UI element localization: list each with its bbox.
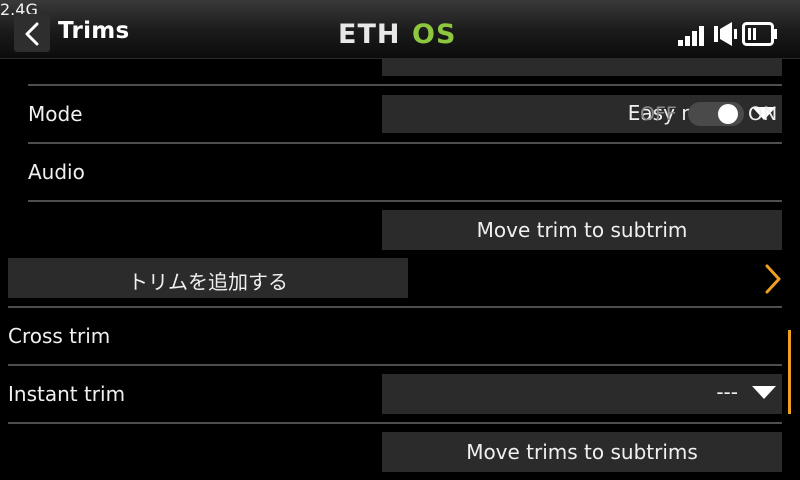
audio-label: Audio [28, 160, 85, 184]
divider [28, 200, 782, 202]
instant-trim-dropdown[interactable]: --- [382, 374, 782, 414]
scrollbar[interactable] [788, 330, 791, 414]
instant-trim-value: --- [716, 380, 738, 404]
button-label: Move trim to subtrim [476, 218, 688, 242]
divider [28, 142, 782, 144]
audio-toggle-off-label: OFF [640, 103, 677, 125]
mode-label: Mode [28, 102, 83, 126]
partial-field[interactable] [382, 58, 782, 76]
ethos-logo: ETH OS [338, 20, 456, 46]
page-title: Trims [58, 18, 130, 44]
chevron-left-icon [25, 22, 39, 46]
button-label: Move trims to subtrims [466, 440, 698, 464]
divider [8, 306, 782, 308]
divider [8, 422, 782, 424]
audio-toggle[interactable] [688, 102, 744, 126]
move-trims-to-subtrims-button[interactable]: Move trims to subtrims [382, 432, 782, 472]
divider [8, 364, 782, 366]
signal-strength-icon [678, 26, 704, 46]
top-bar: Trims ETH OS 2.4G [0, 0, 800, 59]
divider [28, 84, 782, 86]
audio-toggle-on-label: ON [748, 103, 778, 125]
battery-icon [742, 22, 777, 46]
button-label: トリムを追加する [128, 270, 288, 294]
speaker-icon [714, 22, 737, 46]
caret-down-icon [752, 386, 776, 399]
logo-text-accent: OS [412, 20, 456, 46]
cross-trim-label[interactable]: Cross trim [8, 324, 110, 348]
move-trim-to-subtrim-button[interactable]: Move trim to subtrim [382, 210, 782, 250]
back-button[interactable] [14, 14, 50, 52]
add-trim-button[interactable]: トリムを追加する [8, 258, 408, 298]
logo-text-main: ETH [338, 20, 400, 46]
instant-trim-label: Instant trim [8, 382, 126, 406]
chevron-right-icon[interactable] [764, 264, 782, 294]
toggle-knob [718, 104, 738, 124]
